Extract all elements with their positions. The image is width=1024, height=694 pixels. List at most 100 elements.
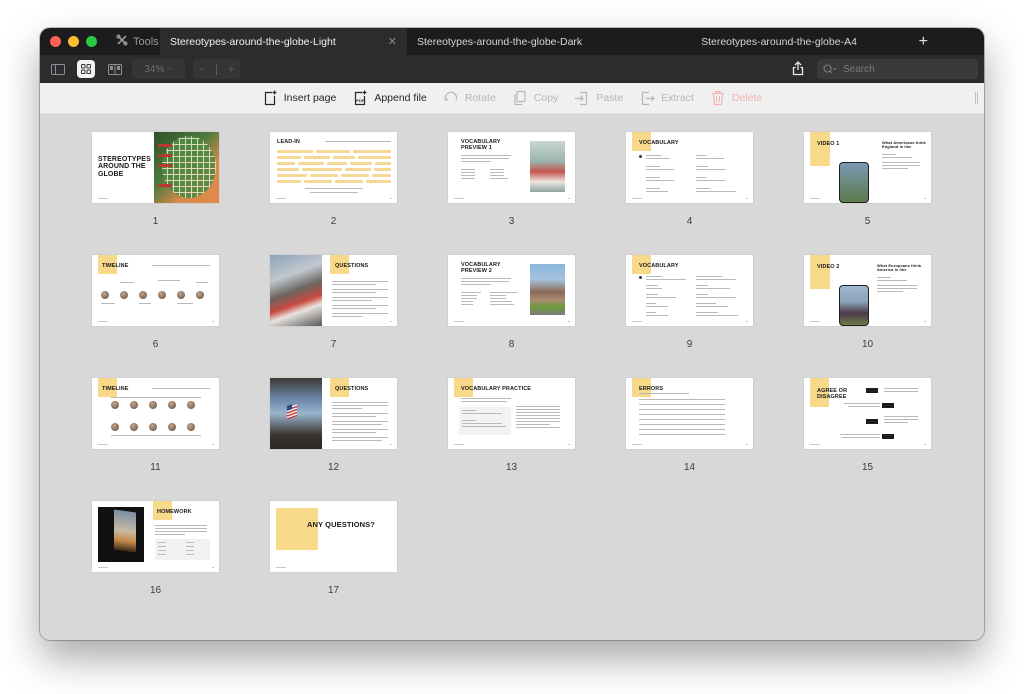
page-thumbnail[interactable]: VOCABULARY PRACTICE 13 xyxy=(448,378,575,473)
slide-title: LEAD-IN xyxy=(277,139,301,145)
page-thumbnail[interactable]: LEAD-IN 2 xyxy=(270,132,397,227)
slide-title: QUESTIONS xyxy=(335,386,369,392)
paste-button[interactable]: Paste xyxy=(574,90,623,106)
rotate-icon xyxy=(443,91,457,102)
page-number: 17 xyxy=(327,585,340,596)
page-number: 4 xyxy=(686,216,693,227)
toolbar: 34% ⌵ − + Search xyxy=(40,55,984,83)
tab-document-light[interactable]: Stereotypes-around-the-globe-Light ✕ xyxy=(160,28,407,55)
close-window-button[interactable] xyxy=(50,36,61,47)
delete-label: Delete xyxy=(731,92,763,104)
close-tab-icon[interactable]: ✕ xyxy=(388,35,397,48)
page-thumbnail[interactable]: QUESTIONS 12 xyxy=(270,378,397,473)
tab-tools[interactable]: Tools xyxy=(108,28,160,55)
app-window: Tools Stereotypes-around-the-globe-Light… xyxy=(40,28,984,640)
page-thumbnail[interactable]: QUESTIONS 7 xyxy=(270,255,397,350)
photo-image xyxy=(530,141,565,192)
page-number: 15 xyxy=(861,462,874,473)
paste-label: Paste xyxy=(596,92,624,104)
window-controls xyxy=(40,28,108,55)
extract-button[interactable]: Extract xyxy=(639,90,694,106)
page-thumbnail[interactable]: VIDEO 2 What Europeans think America is … xyxy=(804,255,931,350)
page-thumbnail[interactable]: HOMEWORK 16 xyxy=(92,501,219,596)
zoom-in-button[interactable]: + xyxy=(228,62,235,76)
search-field[interactable]: Search xyxy=(817,59,978,79)
page-number: 16 xyxy=(149,585,162,596)
extract-icon xyxy=(642,91,656,106)
rotate-button[interactable]: Rotate xyxy=(443,90,496,106)
chevron-down-icon: ⌵ xyxy=(167,65,173,72)
two-page-view-button[interactable] xyxy=(106,60,124,78)
slide-title: VOCABULARY PREVIEW 2 xyxy=(461,262,501,274)
page-thumbnail[interactable]: TIMELINE 11 xyxy=(92,378,219,473)
tab-label: Stereotypes-around-the-globe-Light xyxy=(170,35,336,48)
page-number: 10 xyxy=(861,339,874,350)
paste-icon xyxy=(575,91,588,106)
share-button[interactable] xyxy=(792,61,804,81)
rotate-label: Rotate xyxy=(464,92,496,104)
maximize-window-button[interactable] xyxy=(86,36,97,47)
search-placeholder: Search xyxy=(843,63,875,75)
slide-title: VOCABULARY xyxy=(639,263,679,269)
grid-icon xyxy=(81,64,91,74)
slide-title: TIMELINE xyxy=(102,386,129,392)
resize-handle[interactable] xyxy=(975,92,978,104)
page-thumbnail[interactable]: TIMELINE 6 xyxy=(92,255,219,350)
slide-subtitle: What Americans think England is like xyxy=(882,140,926,150)
share-icon xyxy=(792,61,804,76)
slide-title: HOMEWORK xyxy=(157,509,192,515)
page-number: 3 xyxy=(508,216,515,227)
sidebar-view-button[interactable] xyxy=(49,60,67,78)
page-number: 7 xyxy=(330,339,337,350)
zoom-stepper: − + xyxy=(193,59,240,79)
tab-document-dark[interactable]: Stereotypes-around-the-globe-Dark xyxy=(407,28,655,55)
page-thumbnail[interactable]: VIDEO 1 What Americans think England is … xyxy=(804,132,931,227)
page-number: 13 xyxy=(505,462,518,473)
tab-document-a4[interactable]: Stereotypes-around-the-globe-A4 xyxy=(655,28,903,55)
page-thumbnail[interactable]: AGREE OR DISAGREE 15 xyxy=(804,378,931,473)
page-thumbnail-grid: STEREOTYPES AROUND THE GLOBE 1 LEAD-IN 2 xyxy=(40,114,984,640)
slide-title: VOCABULARY PREVIEW 1 xyxy=(461,139,501,151)
page-thumbnail[interactable]: VOCABULARY PREVIEW 1 3 xyxy=(448,132,575,227)
tab-bar: Tools Stereotypes-around-the-globe-Light… xyxy=(40,28,984,55)
page-number: 9 xyxy=(686,339,693,350)
minimize-window-button[interactable] xyxy=(68,36,79,47)
globe-image xyxy=(154,132,219,203)
two-page-icon xyxy=(108,63,122,75)
tab-label: Stereotypes-around-the-globe-Dark xyxy=(417,35,583,48)
window-photo-image xyxy=(98,507,144,562)
page-number: 5 xyxy=(864,216,871,227)
page-thumbnail[interactable]: STEREOTYPES AROUND THE GLOBE 1 xyxy=(92,132,219,227)
page-thumbnail[interactable]: VOCABULARY 4 xyxy=(626,132,753,227)
flag-photo-image xyxy=(270,378,322,449)
extract-label: Extract xyxy=(661,92,694,104)
page-thumbnail[interactable]: ANY QUESTIONS? 17 xyxy=(270,501,397,596)
insert-page-icon xyxy=(264,90,277,106)
copy-label: Copy xyxy=(533,92,559,104)
page-number: 11 xyxy=(150,462,161,473)
bus-photo-image xyxy=(270,255,322,326)
slide-title: QUESTIONS xyxy=(335,263,369,269)
insert-page-label: Insert page xyxy=(283,92,337,104)
page-thumbnail[interactable]: ERRORS 14 xyxy=(626,378,753,473)
house-photo-image xyxy=(530,264,565,315)
stepper-divider xyxy=(216,63,217,75)
grid-view-button[interactable] xyxy=(77,60,95,78)
page-thumbnail[interactable]: VOCABULARY PREVIEW 2 8 xyxy=(448,255,575,350)
append-file-label: Append file xyxy=(374,92,427,104)
append-file-button[interactable]: PDF Append file xyxy=(352,90,427,106)
delete-button[interactable]: Delete xyxy=(710,90,762,106)
new-tab-button[interactable]: + xyxy=(919,33,928,51)
zoom-level-dropdown[interactable]: 34% ⌵ xyxy=(132,59,185,79)
slide-title: VOCABULARY PRACTICE xyxy=(461,386,532,392)
page-number: 14 xyxy=(683,462,696,473)
page-number: 12 xyxy=(327,462,340,473)
slide-title: ANY QUESTIONS? xyxy=(307,520,375,529)
page-number: 6 xyxy=(152,339,159,350)
slide-title: VIDEO 1 xyxy=(817,141,840,147)
sidebar-icon xyxy=(51,63,65,75)
insert-page-button[interactable]: Insert page xyxy=(262,90,337,106)
copy-button[interactable]: Copy xyxy=(512,90,559,106)
page-thumbnail[interactable]: VOCABULARY 9 xyxy=(626,255,753,350)
zoom-out-button[interactable]: − xyxy=(198,62,205,76)
